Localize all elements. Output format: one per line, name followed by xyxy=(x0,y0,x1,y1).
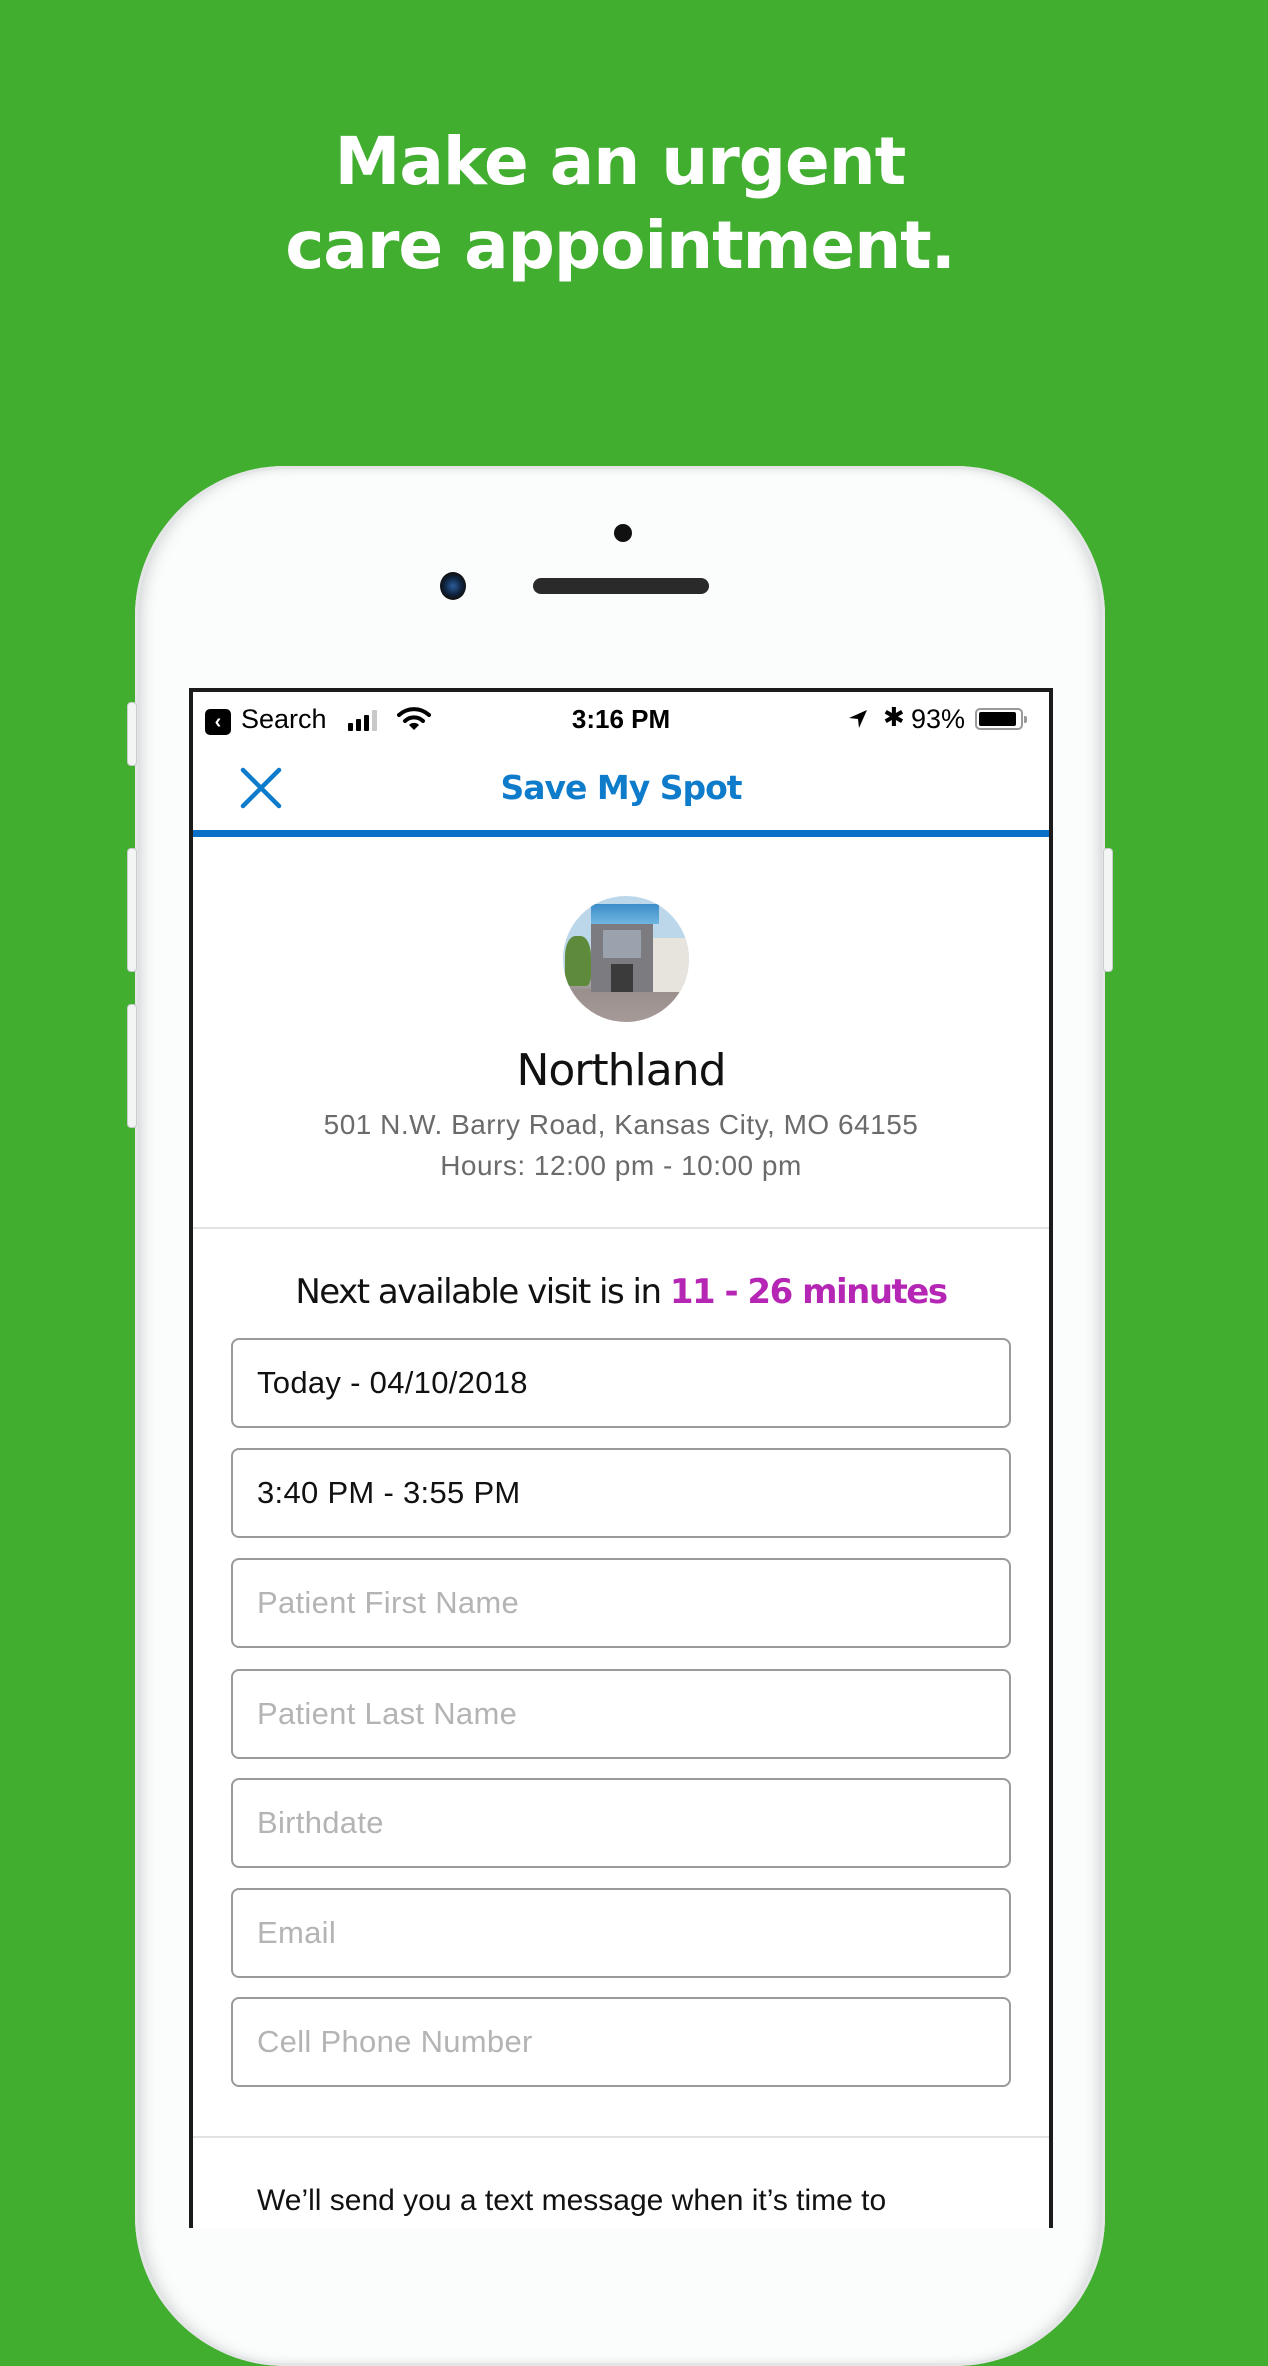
first-name-field[interactable] xyxy=(231,1558,1011,1648)
birthdate-field[interactable] xyxy=(231,1778,1011,1868)
next-available-text: Next available visit is in 11 - 26 minut… xyxy=(193,1272,1049,1312)
email-input[interactable] xyxy=(233,1890,1009,1976)
nav-underline xyxy=(193,830,1049,837)
status-bar: ‹ Search 3:16 PM ✱ 93% xyxy=(193,692,1049,748)
location-address: 501 N.W. Barry Road, Kansas City, MO 641… xyxy=(323,1109,919,1140)
front-camera xyxy=(440,572,466,600)
mute-switch xyxy=(127,702,137,766)
date-select[interactable] xyxy=(231,1338,1011,1428)
earpiece-speaker xyxy=(533,578,709,594)
cell-phone-input[interactable] xyxy=(233,1999,1009,2085)
birthdate-input[interactable] xyxy=(233,1780,1009,1866)
app-screen: ‹ Search 3:16 PM ✱ 93% Save My Spot Nort… xyxy=(189,688,1053,2228)
bluetooth-icon: ✱ xyxy=(883,702,905,732)
battery-fill xyxy=(979,712,1017,726)
divider xyxy=(193,2136,1049,2138)
last-name-field[interactable] xyxy=(231,1669,1011,1759)
next-available-prefix: Next available visit is in xyxy=(295,1272,670,1312)
date-input[interactable] xyxy=(233,1340,1009,1426)
battery-icon xyxy=(975,708,1027,730)
location-card: Northland 501 N.W. Barry Road, Kansas Ci… xyxy=(193,837,1049,1227)
proximity-sensor xyxy=(614,524,632,542)
power-button xyxy=(1103,848,1113,972)
last-name-input[interactable] xyxy=(233,1671,1009,1757)
time-select[interactable] xyxy=(231,1448,1011,1538)
volume-up-button xyxy=(127,848,137,972)
headline-line-2: care appointment. xyxy=(285,207,956,284)
location-name: Northland xyxy=(516,1045,726,1096)
headline: Make an urgent care appointment. xyxy=(0,120,1240,288)
location-photo xyxy=(563,896,689,1022)
divider xyxy=(193,1227,1049,1229)
headline-line-1: Make an urgent xyxy=(334,123,907,200)
nav-bar: Save My Spot xyxy=(193,748,1049,830)
location-hours: Hours: 12:00 pm - 10:00 pm xyxy=(440,1150,802,1181)
wait-time-range: 11 - 26 minutes xyxy=(669,1272,948,1312)
volume-down-button xyxy=(127,1004,137,1128)
location-arrow-icon xyxy=(849,710,867,728)
first-name-input[interactable] xyxy=(233,1560,1009,1646)
time-input[interactable] xyxy=(233,1450,1009,1536)
battery-percent: 93% xyxy=(911,704,966,734)
email-field[interactable] xyxy=(231,1888,1011,1978)
cell-phone-field[interactable] xyxy=(231,1997,1011,2087)
text-message-notice: We’ll send you a text message when it’s … xyxy=(257,2184,887,2217)
page-title: Save My Spot xyxy=(500,768,742,807)
